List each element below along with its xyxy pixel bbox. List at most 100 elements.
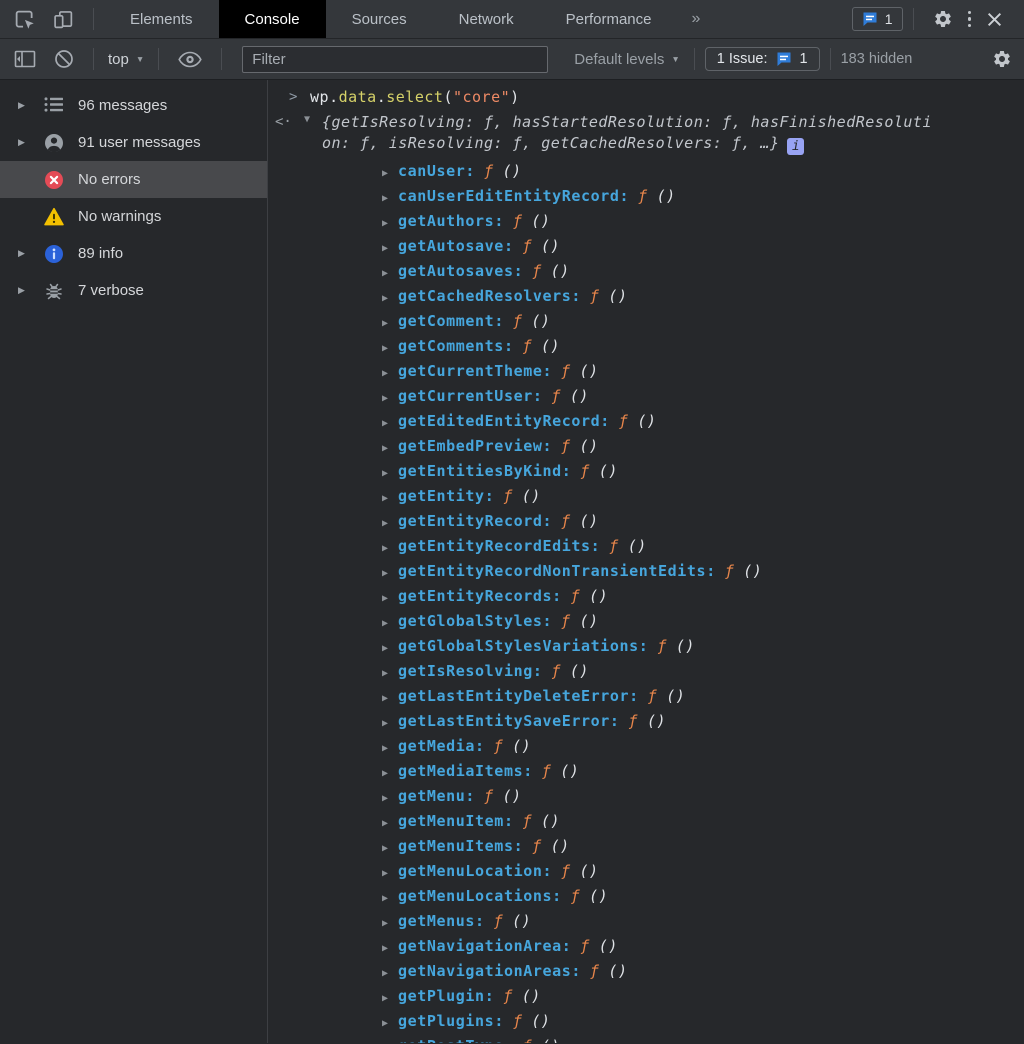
object-property-row[interactable]: ▶getAutosaves:ƒ() xyxy=(322,259,1024,284)
chevron-right-icon[interactable]: ▶ xyxy=(382,961,398,986)
create-live-expression-button[interactable] xyxy=(169,51,211,68)
object-property-row[interactable]: ▶getEntity:ƒ() xyxy=(322,484,1024,509)
object-property-row[interactable]: ▶canUser:ƒ() xyxy=(322,159,1024,184)
chevron-right-icon[interactable]: ▶ xyxy=(382,661,398,686)
object-property-row[interactable]: ▶getPlugin:ƒ() xyxy=(322,984,1024,1009)
device-toolbar-button[interactable] xyxy=(44,0,83,38)
chevron-right-icon[interactable]: ▶ xyxy=(382,561,398,586)
object-property-row[interactable]: ▶getIsResolving:ƒ() xyxy=(322,659,1024,684)
object-property-row[interactable]: ▶getEntityRecords:ƒ() xyxy=(322,584,1024,609)
chevron-right-icon[interactable]: ▶ xyxy=(382,461,398,486)
chevron-right-icon[interactable]: ▶ xyxy=(382,411,398,436)
object-property-row[interactable]: ▶getMenus:ƒ() xyxy=(322,909,1024,934)
more-tabs-button[interactable]: » xyxy=(678,0,715,38)
object-property-row[interactable]: ▶getMenu:ƒ() xyxy=(322,784,1024,809)
chevron-right-icon[interactable]: ▶ xyxy=(382,386,398,411)
object-property-row[interactable]: ▶getPostType:ƒ() xyxy=(322,1034,1024,1043)
inspect-element-button[interactable] xyxy=(0,0,44,38)
more-options-button[interactable] xyxy=(962,11,978,28)
chevron-right-icon[interactable]: ▶ xyxy=(382,836,398,861)
chevron-right-icon[interactable]: ▶ xyxy=(382,236,398,261)
chevron-right-icon[interactable]: ▶ xyxy=(382,486,398,511)
object-property-row[interactable]: ▶getEditedEntityRecord:ƒ() xyxy=(322,409,1024,434)
chevron-right-icon[interactable]: ▶ xyxy=(382,986,398,1011)
tab-sources[interactable]: Sources xyxy=(326,0,433,38)
sidebar-item-verbose[interactable]: ▶ 7 verbose xyxy=(0,272,267,309)
chevron-right-icon[interactable]: ▶ xyxy=(18,285,44,296)
sidebar-item-user-messages[interactable]: ▶ 91 user messages xyxy=(0,124,267,161)
chevron-right-icon[interactable]: ▶ xyxy=(382,361,398,386)
chevron-right-icon[interactable]: ▶ xyxy=(382,811,398,836)
tab-console[interactable]: Console xyxy=(219,0,326,38)
object-property-row[interactable]: ▶getLastEntityDeleteError:ƒ() xyxy=(322,684,1024,709)
object-property-row[interactable]: ▶getEmbedPreview:ƒ() xyxy=(322,434,1024,459)
object-property-row[interactable]: ▶getCachedResolvers:ƒ() xyxy=(322,284,1024,309)
object-property-row[interactable]: ▶getMenuItems:ƒ() xyxy=(322,834,1024,859)
clear-console-button[interactable] xyxy=(45,49,83,69)
chevron-right-icon[interactable]: ▶ xyxy=(382,711,398,736)
tab-network[interactable]: Network xyxy=(433,0,540,38)
chevron-right-icon[interactable]: ▶ xyxy=(18,248,44,259)
object-property-row[interactable]: ▶getMenuLocations:ƒ() xyxy=(322,884,1024,909)
object-property-row[interactable]: ▶canUserEditEntityRecord:ƒ() xyxy=(322,184,1024,209)
object-property-row[interactable]: ▶getAutosave:ƒ() xyxy=(322,234,1024,259)
object-property-row[interactable]: ▶getComments:ƒ() xyxy=(322,334,1024,359)
chevron-right-icon[interactable]: ▶ xyxy=(382,261,398,286)
console-sidebar-toggle-button[interactable] xyxy=(0,50,45,68)
sidebar-item-info[interactable]: ▶ 89 info xyxy=(0,235,267,272)
object-property-row[interactable]: ▶getGlobalStylesVariations:ƒ() xyxy=(322,634,1024,659)
object-info-badge-icon[interactable]: i xyxy=(787,138,804,155)
close-devtools-button[interactable] xyxy=(977,11,1012,28)
issues-notification-chip[interactable]: 1 xyxy=(852,7,903,31)
chevron-right-icon[interactable]: ▶ xyxy=(382,886,398,911)
object-property-row[interactable]: ▶getEntityRecordNonTransientEdits:ƒ() xyxy=(322,559,1024,584)
chevron-right-icon[interactable]: ▶ xyxy=(382,286,398,311)
tab-elements[interactable]: Elements xyxy=(104,0,219,38)
object-property-row[interactable]: ▶getMenuLocation:ƒ() xyxy=(322,859,1024,884)
chevron-right-icon[interactable]: ▶ xyxy=(382,761,398,786)
tab-performance[interactable]: Performance xyxy=(540,0,678,38)
object-property-row[interactable]: ▶getLastEntitySaveError:ƒ() xyxy=(322,709,1024,734)
chevron-right-icon[interactable]: ▶ xyxy=(382,786,398,811)
filter-input[interactable] xyxy=(242,46,548,73)
object-property-row[interactable]: ▶getEntitiesByKind:ƒ() xyxy=(322,459,1024,484)
object-property-row[interactable]: ▶getAuthors:ƒ() xyxy=(322,209,1024,234)
object-property-row[interactable]: ▶getNavigationAreas:ƒ() xyxy=(322,959,1024,984)
issues-counter-button[interactable]: 1 Issue: 1 xyxy=(705,47,820,71)
chevron-right-icon[interactable]: ▶ xyxy=(382,911,398,936)
chevron-right-icon[interactable]: ▶ xyxy=(382,536,398,561)
chevron-right-icon[interactable]: ▶ xyxy=(382,186,398,211)
object-property-row[interactable]: ▶getCurrentTheme:ƒ() xyxy=(322,359,1024,384)
chevron-right-icon[interactable]: ▶ xyxy=(382,311,398,336)
console-log-area[interactable]: > wp.data.select("core") <· ▼ {getIsReso… xyxy=(268,80,1024,1043)
chevron-right-icon[interactable]: ▶ xyxy=(382,611,398,636)
chevron-down-icon[interactable]: ▼ xyxy=(304,114,311,125)
object-property-row[interactable]: ▶getComment:ƒ() xyxy=(322,309,1024,334)
chevron-right-icon[interactable]: ▶ xyxy=(382,1036,398,1043)
sidebar-item-warnings[interactable]: No warnings xyxy=(0,198,267,235)
chevron-right-icon[interactable]: ▶ xyxy=(382,936,398,961)
execution-context-selector[interactable]: top ▼ xyxy=(104,51,148,68)
sidebar-item-all-messages[interactable]: ▶ 96 messages xyxy=(0,87,267,124)
object-property-row[interactable]: ▶getGlobalStyles:ƒ() xyxy=(322,609,1024,634)
chevron-right-icon[interactable]: ▶ xyxy=(18,137,44,148)
chevron-right-icon[interactable]: ▶ xyxy=(382,336,398,361)
object-property-row[interactable]: ▶getEntityRecordEdits:ƒ() xyxy=(322,534,1024,559)
object-property-row[interactable]: ▶getMedia:ƒ() xyxy=(322,734,1024,759)
object-property-row[interactable]: ▶getMenuItem:ƒ() xyxy=(322,809,1024,834)
object-property-row[interactable]: ▶getMediaItems:ƒ() xyxy=(322,759,1024,784)
object-property-row[interactable]: ▶getNavigationArea:ƒ() xyxy=(322,934,1024,959)
sidebar-item-errors[interactable]: No errors xyxy=(0,161,267,198)
chevron-right-icon[interactable]: ▶ xyxy=(382,686,398,711)
object-property-row[interactable]: ▶getPlugins:ƒ() xyxy=(322,1009,1024,1034)
chevron-right-icon[interactable]: ▶ xyxy=(382,636,398,661)
chevron-right-icon[interactable]: ▶ xyxy=(18,100,44,111)
chevron-right-icon[interactable]: ▶ xyxy=(382,211,398,236)
chevron-right-icon[interactable]: ▶ xyxy=(382,586,398,611)
chevron-right-icon[interactable]: ▶ xyxy=(382,511,398,536)
object-property-row[interactable]: ▶getEntityRecord:ƒ() xyxy=(322,509,1024,534)
chevron-right-icon[interactable]: ▶ xyxy=(382,436,398,461)
chevron-right-icon[interactable]: ▶ xyxy=(382,1011,398,1036)
chevron-right-icon[interactable]: ▶ xyxy=(382,736,398,761)
chevron-right-icon[interactable]: ▶ xyxy=(382,861,398,886)
